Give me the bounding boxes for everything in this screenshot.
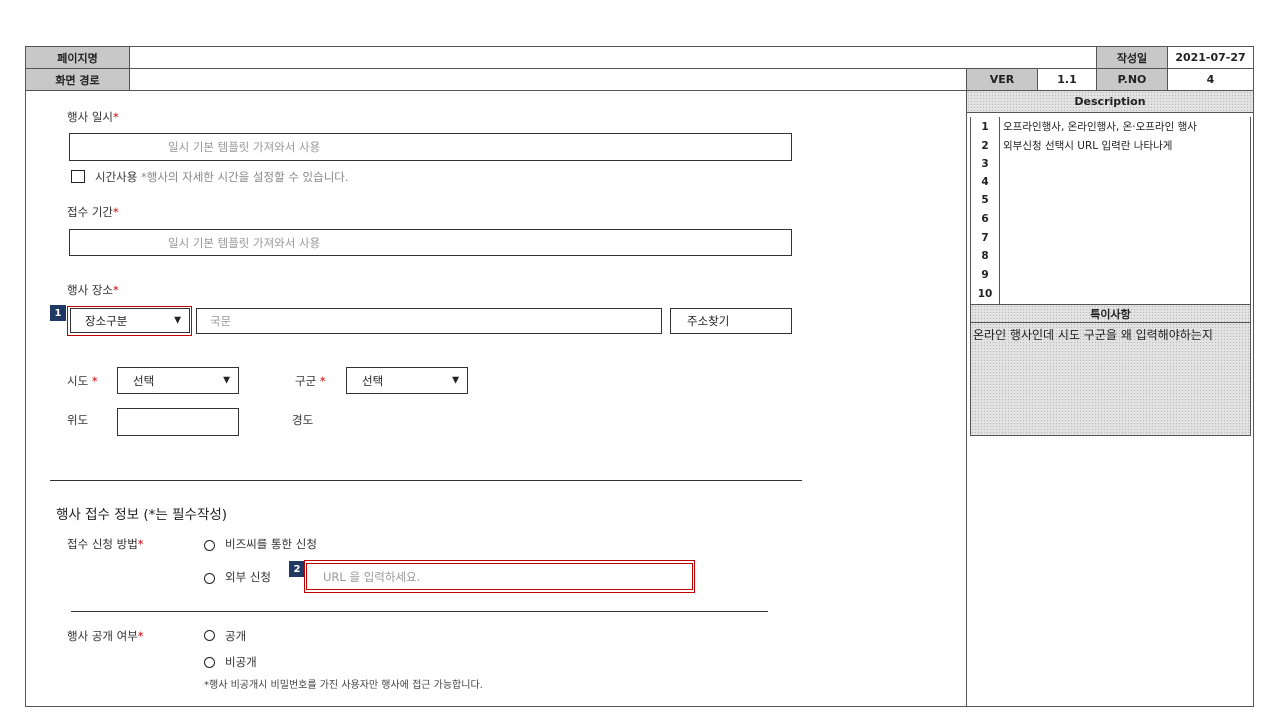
description-row-number: 10 [971,284,1000,304]
sido-select[interactable]: 선택 ▼ [117,367,239,394]
chevron-down-icon: ▼ [223,375,230,385]
notes-title: 특이사항 [971,305,1250,323]
page-name-label: 페이지명 [25,46,130,69]
subsection-divider [71,611,768,612]
radio-external-label: 외부 신청 [225,570,271,584]
gugun-label: 구군 * [295,374,326,388]
event-date-placeholder: 일시 기본 템플릿 가져와서 사용 [168,140,321,154]
description-row-number: 1 [971,117,1000,136]
notes-text: 온라인 행사인데 시도 구군을 왜 입력해야하는지 [971,323,1250,435]
description-row: 8 [970,247,1251,266]
radio-bizzi-label: 비즈씨를 통한 신청 [225,537,317,551]
screen-path-label: 화면 경로 [25,68,130,91]
chevron-down-icon: ▼ [174,315,181,325]
sido-label: 시도 * [67,374,98,388]
section-divider [50,480,802,481]
created-date-label: 작성일 [1096,46,1168,69]
reception-info-title: 행사 접수 정보 (*는 필수작성) [56,507,228,523]
address-input[interactable]: 국문 [196,308,662,334]
version-value: 1.1 [1037,68,1097,91]
gugun-value: 선택 [362,373,384,388]
description-row-number: 7 [971,228,1000,247]
chevron-down-icon: ▼ [452,375,459,385]
description-row: 9 [970,265,1251,285]
created-date-value: 2021-07-27 [1167,46,1254,69]
radio-public-label: 공개 [225,629,247,643]
time-use-hint: *행사의 자세한 시간을 설정할 수 있습니다. [140,170,349,184]
page-name-value [129,46,1097,69]
description-row-number: 9 [971,265,1000,284]
url-input[interactable]: URL 을 입력하세요. [306,563,693,590]
description-row: 10 [970,284,1251,305]
reception-period-input[interactable]: 일시 기본 템플릿 가져와서 사용 [69,229,792,256]
description-row-text: 오프라인행사, 온라인행사, 온·오프라인 행사 [1003,121,1197,133]
radio-bizzi[interactable] [204,540,215,551]
description-row-number: 8 [971,247,1000,265]
description-row-text: 외부신청 선택시 URL 입력란 나타나게 [1003,140,1173,152]
gugun-select[interactable]: 선택 ▼ [346,367,468,394]
description-row: 4 [970,173,1251,192]
event-date-label: 행사 일시* [67,110,119,124]
description-row-number: 3 [971,155,1000,173]
page-number-label: P.NO [1096,68,1168,91]
address-placeholder: 국문 [210,314,232,328]
longitude-label: 경도 [292,413,314,427]
url-placeholder: URL 을 입력하세요. [323,569,421,584]
time-use-checkbox[interactable] [71,170,85,183]
radio-external[interactable] [204,573,215,584]
address-search-label: 주소찾기 [687,314,730,328]
description-row: 2 외부신청 선택시 URL 입력란 나타나게 [970,136,1251,156]
time-use-row: 시간사용 *행사의 자세한 시간을 설정할 수 있습니다. [95,169,349,185]
latitude-label: 위도 [67,413,89,427]
sido-value: 선택 [133,373,155,388]
radio-private-label: 비공개 [225,655,257,669]
description-row: 3 [970,155,1251,174]
venue-label: 행사 장소* [67,283,119,297]
annotation-badge-2: 2 [289,561,305,577]
description-row-number: 5 [971,191,1000,209]
description-row-number: 6 [971,209,1000,228]
time-use-label: 시간사용 [95,170,138,184]
notes-box: 특이사항 온라인 행사인데 시도 구군을 왜 입력해야하는지 [970,304,1251,436]
private-hint: *행사 비공개시 비밀번호를 가진 사용자만 행사에 접근 가능합니다. [204,680,483,691]
panel-divider [966,90,967,707]
description-row-number: 2 [971,136,1000,155]
page-number-value: 4 [1167,68,1254,91]
reception-period-placeholder: 일시 기본 템플릿 가져와서 사용 [168,235,321,250]
description-row: 5 [970,191,1251,210]
screen-path-value [129,68,967,91]
annotation-badge-1: 1 [50,305,66,321]
place-type-select[interactable]: 장소구분 ▼ [70,308,190,333]
place-type-value: 장소구분 [85,313,128,328]
description-row: 1 오프라인행사, 온라인행사, 온·오프라인 행사 [970,117,1251,137]
description-row-number: 4 [971,173,1000,191]
visibility-label: 행사 공개 여부* [67,629,144,643]
description-title: Description [967,91,1253,113]
radio-private[interactable] [204,657,215,668]
description-row: 6 [970,209,1251,229]
radio-public[interactable] [204,630,215,641]
latitude-input[interactable] [117,408,239,436]
address-search-button[interactable]: 주소찾기 [670,308,792,334]
event-date-input[interactable]: 일시 기본 템플릿 가져와서 사용 [69,133,792,161]
description-row: 7 [970,228,1251,248]
version-label: VER [966,68,1038,91]
reception-period-label: 접수 기간* [67,205,119,219]
reception-method-label: 접수 신청 방법* [67,537,144,551]
